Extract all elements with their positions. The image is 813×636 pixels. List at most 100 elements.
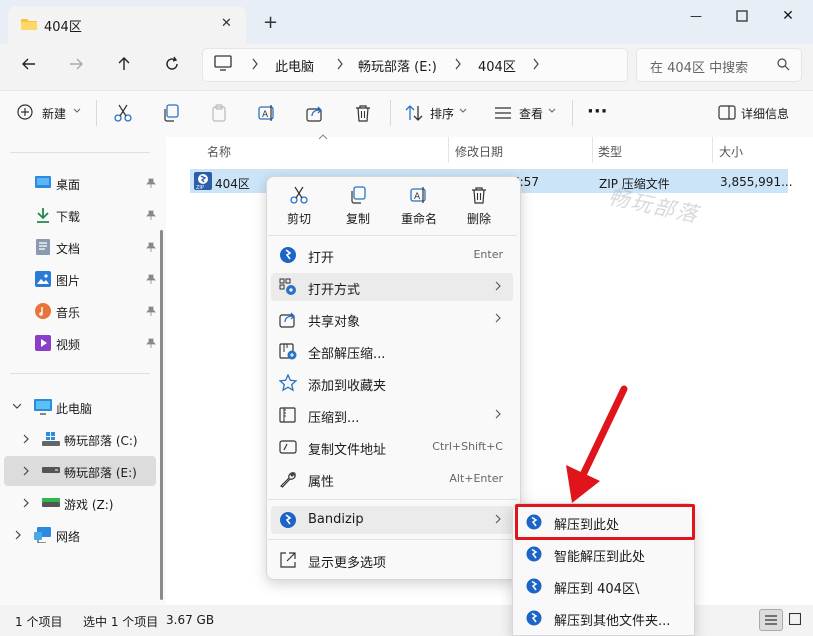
sidebar-item-this-pc[interactable]: 此电脑 [4, 392, 156, 422]
paste-button[interactable] [210, 104, 228, 122]
chevron-down-icon [459, 108, 467, 114]
toolbar-divider [390, 100, 391, 126]
menu-item-share[interactable]: 共享对象 [271, 305, 513, 333]
search-input[interactable]: 在 404区 中搜索 [636, 48, 802, 82]
context-cut-button[interactable]: 剪切 [273, 186, 325, 230]
red-arrow-annotation [566, 385, 628, 503]
sidebar-item-documents[interactable]: 文档 [4, 232, 156, 262]
cut-button[interactable] [114, 104, 132, 122]
view-button[interactable]: 查看 [519, 105, 543, 122]
minimize-icon: — [690, 9, 702, 23]
chevron-right-icon [495, 281, 501, 291]
column-divider[interactable] [448, 137, 449, 163]
submenu-item-extract-to-folder[interactable]: 解压到 404区\ [516, 572, 690, 600]
menu-item-bandizip[interactable]: Bandizip [271, 506, 513, 534]
sidebar-item-label: 游戏 (Z:) [64, 498, 114, 512]
sidebar-item-network[interactable]: 网络 [4, 520, 156, 550]
more-button[interactable]: ··· [587, 101, 608, 122]
submenu-item-extract-other[interactable]: 解压到其他文件夹... [516, 604, 690, 632]
tab-close-icon[interactable]: ✕ [221, 16, 232, 31]
breadcrumb-this-pc[interactable]: 此电脑 [275, 56, 314, 75]
up-button[interactable] [109, 49, 139, 79]
music-icon [35, 303, 51, 319]
search-icon [777, 58, 790, 71]
menu-item-properties[interactable]: 属性 Alt+Enter [271, 465, 513, 493]
close-button[interactable]: ✕ [765, 0, 811, 32]
context-delete-button[interactable]: 删除 [453, 186, 505, 230]
sidebar-item-label: 网络 [56, 530, 81, 544]
sidebar-item-pictures[interactable]: 图片 [4, 264, 156, 294]
new-tab-button[interactable]: + [263, 12, 278, 33]
toolbar-divider [96, 100, 97, 126]
scissors-icon [114, 104, 132, 122]
sort-arrow-icon [318, 134, 328, 140]
delete-button[interactable] [354, 104, 372, 122]
sidebar-item-drive-z[interactable]: 游戏 (Z:) [4, 488, 156, 518]
submenu-item-smart-extract[interactable]: 智能解压到此处 [516, 540, 690, 568]
menu-item-more-options[interactable]: 显示更多选项 [271, 546, 513, 574]
breadcrumb-drive-e[interactable]: 畅玩部落 (E:) [358, 56, 437, 75]
share-icon [306, 106, 322, 122]
pin-icon [146, 242, 156, 252]
menu-item-open[interactable]: 打开 Enter [271, 241, 513, 269]
column-header-name[interactable]: 名称 [207, 143, 231, 160]
column-header-modified[interactable]: 修改日期 [455, 143, 503, 160]
tiles-view-button[interactable] [789, 613, 801, 625]
copy-icon [351, 186, 366, 204]
column-divider[interactable] [712, 137, 713, 163]
menu-item-add-favorites[interactable]: 添加到收藏夹 [271, 369, 513, 397]
column-header-type[interactable]: 类型 [598, 143, 622, 160]
new-button[interactable] [17, 104, 33, 120]
forward-button[interactable] [61, 49, 91, 79]
copy-button[interactable] [162, 104, 180, 122]
column-divider[interactable] [592, 137, 593, 163]
sort-button[interactable]: 排序 [430, 105, 454, 122]
bandizip-icon [280, 247, 296, 263]
refresh-button[interactable] [157, 49, 187, 79]
sidebar-item-videos[interactable]: 视频 [4, 328, 156, 358]
tab-404[interactable]: 404区 ✕ [8, 6, 246, 44]
sort-icon [405, 104, 423, 122]
menu-item-open-with[interactable]: 打开方式 [271, 273, 513, 301]
breadcrumb-404[interactable]: 404区 [478, 56, 516, 75]
menu-divider [268, 539, 517, 540]
maximize-button[interactable] [719, 0, 765, 32]
share-button[interactable] [306, 104, 324, 122]
details-view-button[interactable] [759, 609, 783, 631]
context-cut-label: 剪切 [286, 212, 311, 226]
list-view-icon [765, 615, 777, 625]
sidebar-item-label: 图片 [56, 274, 81, 288]
monitor-icon [214, 55, 232, 71]
sidebar-item-drive-c[interactable]: 畅玩部落 (C:) [4, 424, 156, 454]
menu-item-compress-to[interactable]: 压缩到... [271, 401, 513, 429]
back-button[interactable] [14, 49, 44, 79]
download-icon [37, 208, 49, 223]
network-icon [34, 527, 51, 543]
windows-drive-icon [42, 432, 60, 446]
context-rename-button[interactable]: A 重命名 [393, 186, 445, 230]
menu-item-label: 打开 [308, 251, 335, 266]
sidebar-item-desktop[interactable]: 桌面 [4, 168, 156, 198]
sidebar-item-downloads[interactable]: 下载 [4, 200, 156, 230]
pin-icon [146, 338, 156, 348]
chevron-right-icon [23, 498, 29, 508]
rename-button[interactable]: A [258, 104, 276, 122]
column-header-size[interactable]: 大小 [719, 143, 743, 160]
menu-item-shortcut: Enter [473, 248, 503, 261]
details-button[interactable]: 详细信息 [741, 105, 789, 122]
context-copy-button[interactable]: 复制 [332, 186, 384, 230]
context-delete-label: 删除 [466, 212, 491, 226]
bandizip-icon [280, 512, 296, 528]
menu-item-extract-all[interactable]: 全部解压缩... [271, 337, 513, 365]
sidebar-item-drive-e[interactable]: 畅玩部落 (E:) [4, 456, 156, 486]
search-placeholder: 在 404区 中搜索 [650, 61, 749, 76]
minimize-button[interactable]: — [673, 0, 719, 32]
sidebar-item-music[interactable]: 音乐 [4, 296, 156, 326]
new-label[interactable]: 新建 [42, 105, 66, 122]
menu-item-label: 压缩到... [308, 411, 360, 426]
menu-item-copy-path[interactable]: 复制文件地址 Ctrl+Shift+C [271, 433, 513, 461]
video-icon [35, 335, 51, 351]
sidebar-item-label: 此电脑 [56, 402, 93, 416]
sidebar-scrollbar[interactable] [160, 230, 163, 600]
trash-icon [356, 105, 370, 122]
